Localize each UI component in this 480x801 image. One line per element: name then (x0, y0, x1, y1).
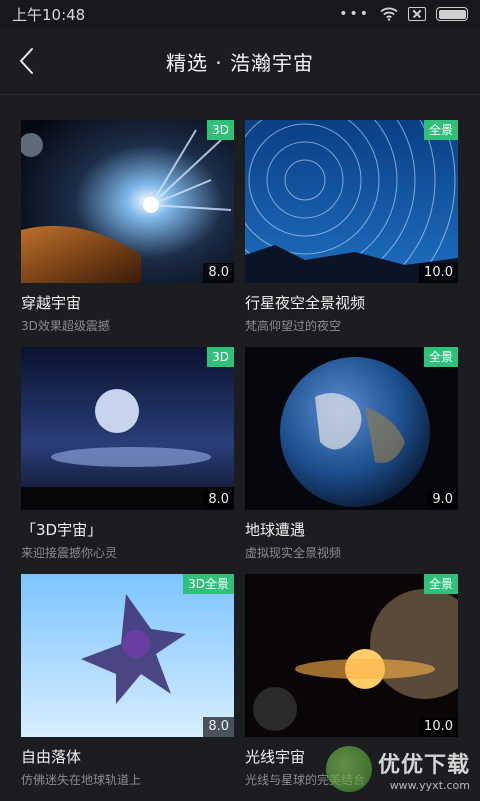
status-time: 上午10:48 (12, 5, 86, 24)
planets-light-image (245, 574, 458, 737)
video-grid: 3D 8.0 穿越宇宙 3D效果超级震撼 全景 10.0 行星夜空全景视频 梵高… (21, 120, 461, 801)
rating-badge: 8.0 (203, 717, 234, 737)
rating-badge: 10.0 (419, 263, 458, 283)
card-title: 穿越宇宙 (21, 294, 82, 312)
watermark-logo-icon (325, 746, 372, 792)
page-title: 精选 · 浩瀚宇宙 (165, 50, 315, 75)
rating-badge: 10.0 (419, 717, 458, 737)
watermark: 优优下载 www.yyxt.com (325, 746, 470, 792)
format-tag: 3D (207, 120, 234, 140)
space-nebula-image (21, 120, 234, 283)
video-card[interactable]: 全景 10.0 行星夜空全景视频 梵高仰望过的夜空 (245, 120, 458, 347)
video-thumbnail: 3D 8.0 (21, 347, 234, 510)
more-dots-icon: ••• (339, 6, 370, 22)
card-title: 行星夜空全景视频 (245, 294, 366, 312)
card-subtitle: 来迎接震撼你心灵 (21, 546, 118, 560)
rating-badge: 9.0 (427, 490, 458, 510)
video-card[interactable]: 3D 8.0 「3D宇宙」 来迎接震撼你心灵 (21, 347, 234, 574)
format-tag: 3D全景 (183, 574, 234, 594)
rating-badge: 8.0 (203, 490, 234, 510)
format-tag: 全景 (423, 347, 458, 367)
star-trails-image (245, 120, 458, 283)
status-bar: 上午10:48 ••• (0, 0, 480, 28)
moon-night-image (21, 347, 234, 510)
watermark-text: 优优下载 www.yyxt.com (378, 747, 470, 792)
wifi-icon (380, 7, 398, 21)
watermark-url: www.yyxt.com (389, 779, 470, 792)
battery-icon (436, 7, 468, 21)
rating-badge: 8.0 (203, 263, 234, 283)
header: 精选 · 浩瀚宇宙 (0, 28, 480, 95)
video-thumbnail: 全景 10.0 (245, 574, 458, 737)
video-thumbnail: 3D全景 8.0 (21, 574, 234, 737)
video-card[interactable]: 全景 9.0 地球遭遇 虚拟现实全景视频 (245, 347, 458, 574)
format-tag: 全景 (423, 574, 458, 594)
card-subtitle: 虚拟现实全景视频 (245, 546, 342, 560)
card-subtitle: 梵高仰望过的夜空 (245, 319, 342, 333)
free-fall-image (21, 574, 234, 737)
earth-image (245, 347, 458, 510)
chevron-left-icon (19, 48, 33, 74)
watermark-name: 优优下载 (377, 753, 470, 778)
video-card[interactable]: 3D 8.0 穿越宇宙 3D效果超级震撼 (21, 120, 234, 347)
video-card[interactable]: 3D全景 8.0 自由落体 仿佛迷失在地球轨道上 (21, 574, 234, 801)
status-icons: ••• (339, 6, 468, 22)
format-tag: 全景 (423, 120, 458, 140)
video-thumbnail: 全景 9.0 (245, 347, 458, 510)
video-thumbnail: 全景 10.0 (245, 120, 458, 283)
card-title: 「3D宇宙」 (21, 521, 103, 539)
card-title: 地球遭遇 (245, 521, 306, 539)
card-title: 自由落体 (21, 748, 82, 766)
video-thumbnail: 3D 8.0 (21, 120, 234, 283)
card-subtitle: 仿佛迷失在地球轨道上 (21, 773, 142, 787)
format-tag: 3D (207, 347, 234, 367)
no-sim-icon (408, 7, 426, 21)
card-subtitle: 3D效果超级震撼 (21, 319, 110, 333)
back-button[interactable] (14, 46, 42, 76)
